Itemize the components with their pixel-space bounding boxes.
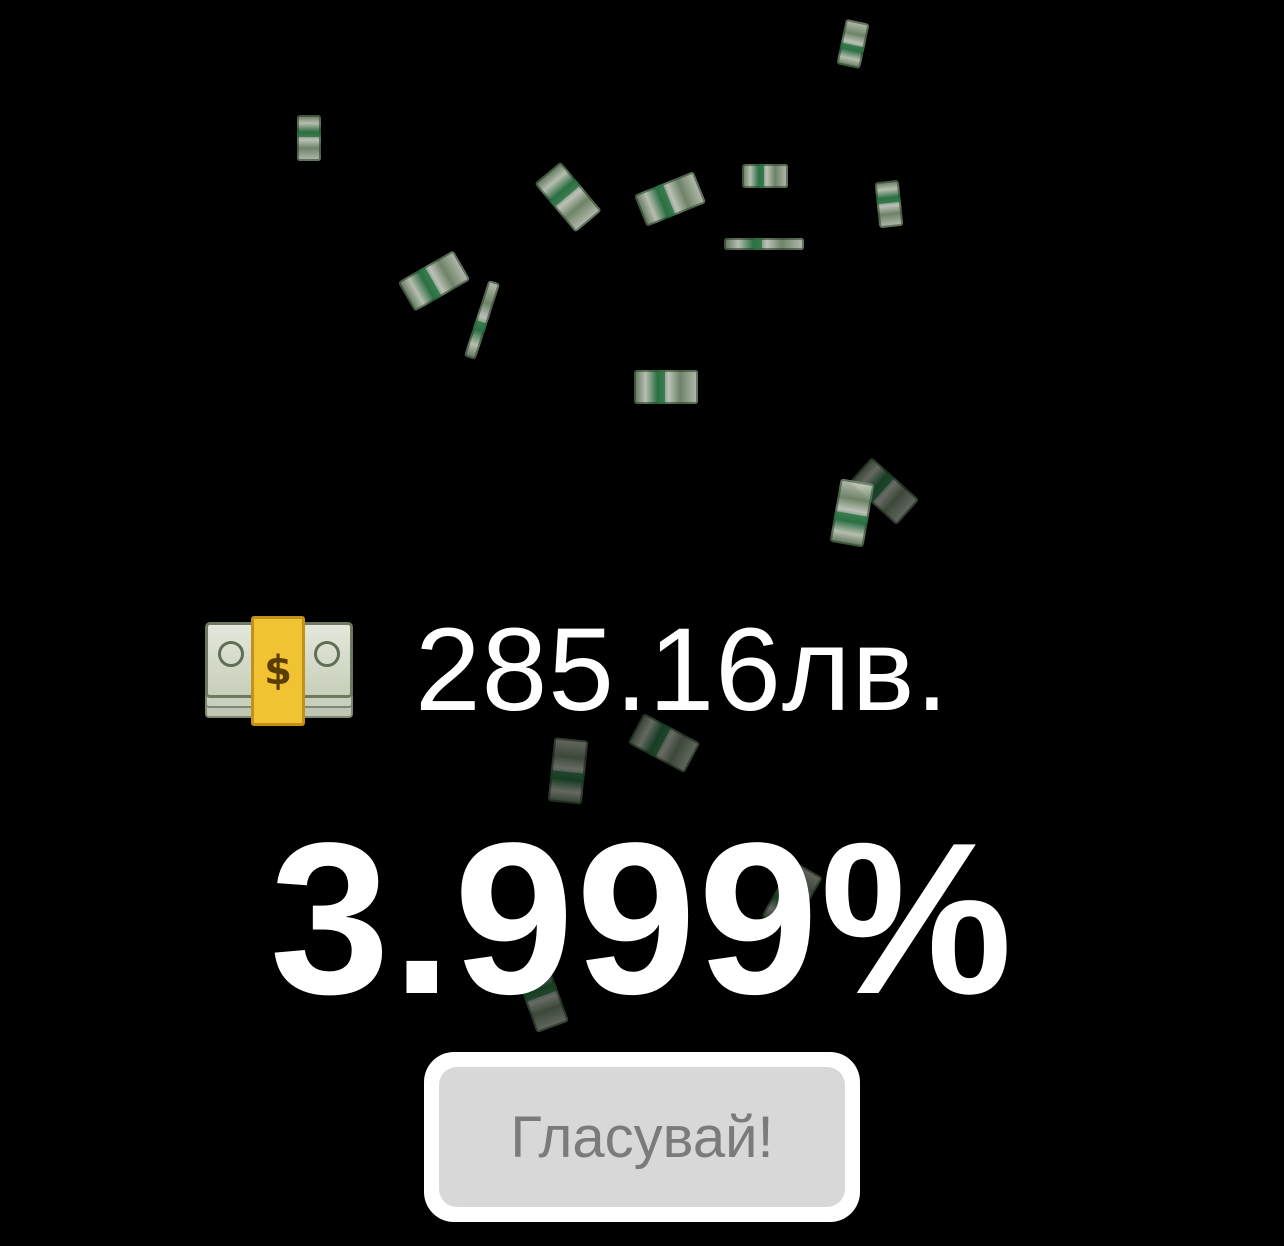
vote-button[interactable]: Гласувай! bbox=[424, 1052, 860, 1222]
balance-amount: 285.16лв. bbox=[415, 604, 950, 736]
money-bill-icon bbox=[397, 250, 471, 312]
money-bill-icon bbox=[724, 238, 804, 250]
app-screen: $ 285.16лв. 3.999% Гласувай! bbox=[0, 0, 1284, 1246]
money-bill-icon bbox=[547, 737, 589, 805]
balance-row: $ 285.16лв. bbox=[205, 600, 949, 740]
vote-button-label: Гласувай! bbox=[510, 1104, 774, 1170]
money-bill-icon bbox=[297, 115, 321, 161]
money-bill-icon bbox=[874, 179, 904, 229]
money-bill-icon bbox=[829, 478, 875, 548]
money-bill-icon bbox=[634, 370, 698, 404]
money-bill-icon bbox=[742, 164, 788, 188]
dollar-sign: $ bbox=[264, 648, 292, 694]
percentage-value: 3.999% bbox=[269, 797, 1015, 1039]
vote-button-face[interactable]: Гласувай! bbox=[439, 1067, 845, 1207]
money-bill-icon bbox=[836, 19, 870, 69]
money-bill-icon bbox=[534, 161, 602, 233]
money-bill-icon bbox=[633, 171, 707, 227]
money-bill-icon bbox=[463, 280, 501, 360]
money-bag-icon: $ bbox=[205, 616, 353, 726]
